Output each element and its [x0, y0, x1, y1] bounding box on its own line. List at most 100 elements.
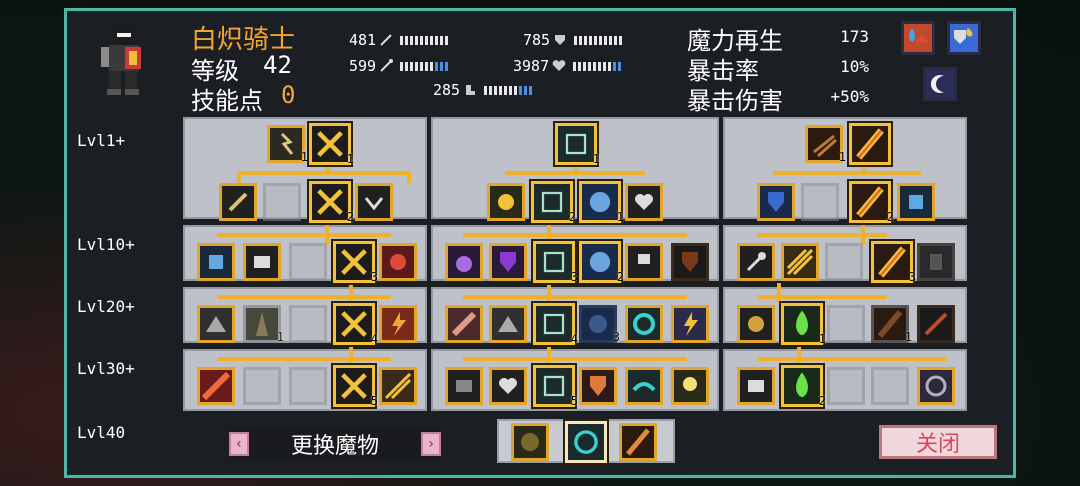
skill-node-purple-shield[interactable] — [489, 243, 527, 281]
link — [463, 295, 687, 299]
skill-node-radiant-burst[interactable] — [379, 367, 417, 405]
skill-node-fire-rain[interactable] — [197, 367, 235, 405]
skill-node-armor-bar-3[interactable] — [737, 367, 775, 405]
stat-speed-bar — [484, 85, 533, 95]
skill-node-thunder-strike[interactable] — [671, 305, 709, 343]
link — [797, 345, 801, 365]
skill-node-sparkle-grid[interactable]: 1 — [555, 123, 600, 166]
stat-attack: 481 — [349, 31, 449, 49]
skill-node-locked — [243, 367, 281, 405]
link — [217, 357, 391, 361]
skill-node-sparkle-grid-2[interactable]: 2 — [531, 181, 576, 224]
skill-node-flame-burst[interactable] — [379, 243, 417, 281]
stat-health: 3987 — [513, 57, 622, 75]
skill-node-locked — [263, 183, 301, 221]
skill-node-chain-orb[interactable]: 1 — [579, 181, 624, 224]
stat-magic: 599 — [349, 57, 449, 75]
sword-icon — [379, 33, 393, 47]
skill-node-pickaxe[interactable] — [219, 183, 257, 221]
heart-icon — [552, 59, 566, 73]
chevron-right-icon: › — [426, 436, 436, 452]
skill-node-spire[interactable]: 1 — [243, 305, 284, 344]
skill-node-potion[interactable] — [445, 243, 483, 281]
close-button[interactable]: 关闭 — [879, 425, 997, 459]
skill-node-trophy[interactable] — [625, 243, 663, 281]
skill-node-armor-bar-2[interactable] — [445, 367, 483, 405]
stat-speed: 285 — [433, 81, 533, 99]
skill-node-beam-3[interactable]: 3 — [871, 241, 916, 284]
crit-damage-label: 暴击伤害 — [687, 87, 783, 115]
skill-node-dark-shield[interactable] — [671, 243, 709, 281]
shield-flame-buff-icon[interactable] — [947, 21, 981, 55]
skill-node-green-flame[interactable]: 1 — [781, 303, 826, 346]
skill-node-lightning-claw[interactable]: 1 — [267, 125, 308, 164]
skill-node-stone-wall[interactable] — [197, 305, 235, 343]
prev-monster-button[interactable]: ‹ — [229, 432, 249, 456]
skill-node-gear-aura[interactable] — [565, 421, 607, 463]
link — [217, 295, 391, 299]
skill-node-cyan-ring[interactable] — [625, 305, 663, 343]
skill-node-portal-ring[interactable] — [917, 367, 955, 405]
level-row-label-20: Lvl20+ — [77, 297, 135, 316]
skill-node-ice-fist-2[interactable] — [897, 183, 935, 221]
skill-tree-panel: 白炽骑士 等级 42 技能点 0 481 599 785 3987 285 魔力… — [64, 8, 1016, 478]
skill-node-arrow-volley[interactable]: 1 — [805, 125, 846, 164]
skill-node-armor-bar[interactable] — [243, 243, 281, 281]
skill-node-sun-burst[interactable] — [487, 183, 525, 221]
skill-node-sparkle-grid-5[interactable]: 5 — [533, 365, 578, 408]
stat-defense-value: 785 — [523, 31, 551, 49]
stat-magic-bar — [400, 61, 449, 71]
skill-node-stone-wall-2[interactable] — [489, 305, 527, 343]
skill-node-ice-fist[interactable] — [197, 243, 235, 281]
skill-node-heart-shield[interactable] — [355, 183, 393, 221]
skill-node-light-rays[interactable] — [781, 243, 819, 281]
skill-node-beam-2[interactable]: 2 — [849, 181, 894, 224]
skill-node-rocket[interactable] — [445, 305, 483, 343]
skill-node-chain-orb-3[interactable]: 3 — [579, 305, 620, 344]
skill-node-blue-shield[interactable] — [757, 183, 795, 221]
moon-buff-icon[interactable] — [923, 67, 957, 101]
skill-node-lightbulb[interactable] — [671, 367, 709, 405]
skill-node-flame-sword[interactable] — [917, 305, 955, 343]
link — [757, 233, 887, 237]
skill-node-holy-slash-2[interactable]: 2 — [309, 181, 354, 224]
link — [407, 171, 411, 183]
skill-node-locked — [827, 305, 865, 343]
skill-node-gear[interactable] — [737, 305, 775, 343]
mana-drop-buff-icon[interactable] — [901, 21, 935, 55]
swap-monster-control: ‹ 更换魔物 › — [229, 429, 441, 459]
skill-node-holy-slash-3[interactable]: 3 — [333, 241, 378, 284]
skill-node-cyan-wave[interactable] — [625, 367, 663, 405]
skill-node-chain-orb-2[interactable]: 2 — [579, 241, 624, 284]
skill-node-holy-slash-5[interactable]: 5 — [333, 365, 378, 408]
skill-node-green-flame-2[interactable]: 2 — [781, 365, 826, 408]
next-monster-button[interactable]: › — [420, 432, 441, 456]
skill-node-locked — [289, 243, 327, 281]
skill-node-sparkle-grid-4[interactable]: 4 — [533, 303, 578, 346]
link — [547, 283, 551, 303]
skill-node-heart-armor[interactable] — [625, 183, 663, 221]
stat-magic-value: 599 — [349, 57, 377, 75]
skill-node-star-rune[interactable] — [511, 423, 549, 461]
skill-node-sparkle-grid-3[interactable]: 3 — [533, 241, 578, 284]
link — [237, 171, 411, 175]
skill-node-locked — [825, 243, 863, 281]
skill-node-key[interactable] — [737, 243, 775, 281]
swap-monster-label[interactable]: 更换魔物 — [291, 428, 379, 460]
skill-node-dark-totem[interactable] — [917, 243, 955, 281]
stat-health-bar — [573, 61, 622, 71]
link — [773, 171, 921, 175]
skill-node-orange-shield[interactable] — [579, 367, 617, 405]
skill-node-holy-slash[interactable]: 1 — [309, 123, 354, 166]
level-row-label-40: Lvl40 — [77, 423, 126, 442]
skill-node-dark-beam[interactable]: 1 — [871, 305, 912, 344]
skill-node-beam[interactable] — [849, 123, 891, 165]
shield-icon — [553, 33, 567, 47]
link — [463, 233, 687, 237]
skill-node-lightning-bolt[interactable] — [379, 305, 417, 343]
skill-node-heart-armor-2[interactable] — [489, 367, 527, 405]
skill-node-lance[interactable] — [619, 423, 657, 461]
skill-node-holy-slash-4[interactable]: 4 — [333, 303, 378, 346]
crit-rate-value: 10% — [840, 57, 869, 76]
link — [217, 233, 391, 237]
